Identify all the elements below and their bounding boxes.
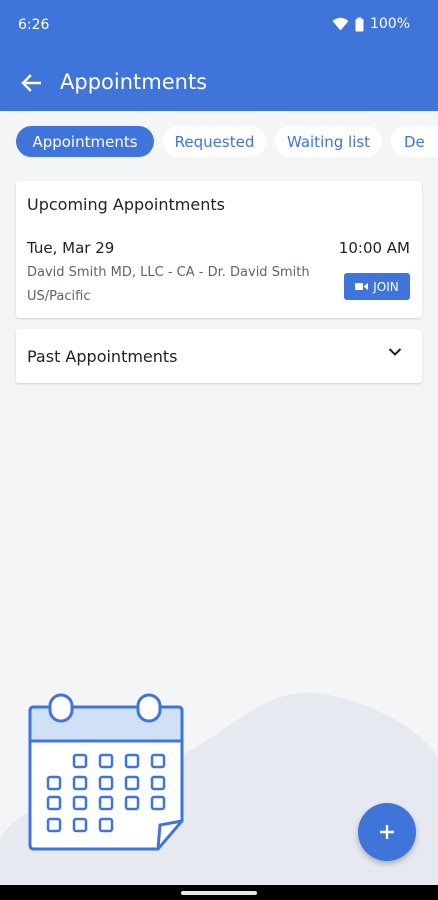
status-time: 6:26: [18, 17, 50, 33]
appointment-timezone: US/Pacific: [27, 289, 91, 304]
calendar-icon: [28, 693, 184, 851]
toolbar: Appointments: [0, 58, 438, 108]
video-camera-icon: [355, 283, 369, 290]
appointment-time: 10:00 AM: [338, 239, 410, 257]
back-button[interactable]: [16, 68, 46, 98]
tab-appointments[interactable]: Appointments: [16, 126, 154, 157]
chevron-down-icon[interactable]: [388, 347, 402, 357]
appointment-provider: David Smith MD, LLC - CA - Dr. David Smi…: [27, 265, 310, 280]
join-button[interactable]: JOIN: [344, 273, 410, 300]
battery-percent: 100%: [369, 16, 410, 32]
tab-requested[interactable]: Requested: [163, 126, 266, 157]
status-bar: 6:26 100%: [0, 0, 438, 52]
status-icons: 100%: [332, 16, 410, 32]
past-appointments-card[interactable]: Past Appointments: [16, 329, 422, 383]
upcoming-title: Upcoming Appointments: [27, 195, 225, 214]
upcoming-appointments-card: Upcoming Appointments Tue, Mar 29 10:00 …: [16, 181, 422, 318]
past-title: Past Appointments: [27, 347, 178, 366]
plus-icon: [380, 825, 394, 839]
appointment-date: Tue, Mar 29: [27, 239, 115, 257]
add-appointment-button[interactable]: [358, 803, 416, 861]
app-bar: 6:26 100% Appointments: [0, 0, 438, 111]
arrow-left-icon: [21, 74, 41, 92]
battery-icon: [355, 17, 364, 31]
home-gesture-handle[interactable]: [181, 891, 257, 895]
page-title: Appointments: [60, 70, 208, 94]
system-nav-bar: [0, 885, 438, 900]
tab-waiting-list[interactable]: Waiting list: [275, 126, 382, 157]
tab-bar: Appointments Requested Waiting list De: [0, 111, 438, 173]
tab-partial[interactable]: De: [391, 126, 438, 157]
join-label: JOIN: [373, 279, 399, 294]
wifi-icon: [332, 17, 349, 31]
